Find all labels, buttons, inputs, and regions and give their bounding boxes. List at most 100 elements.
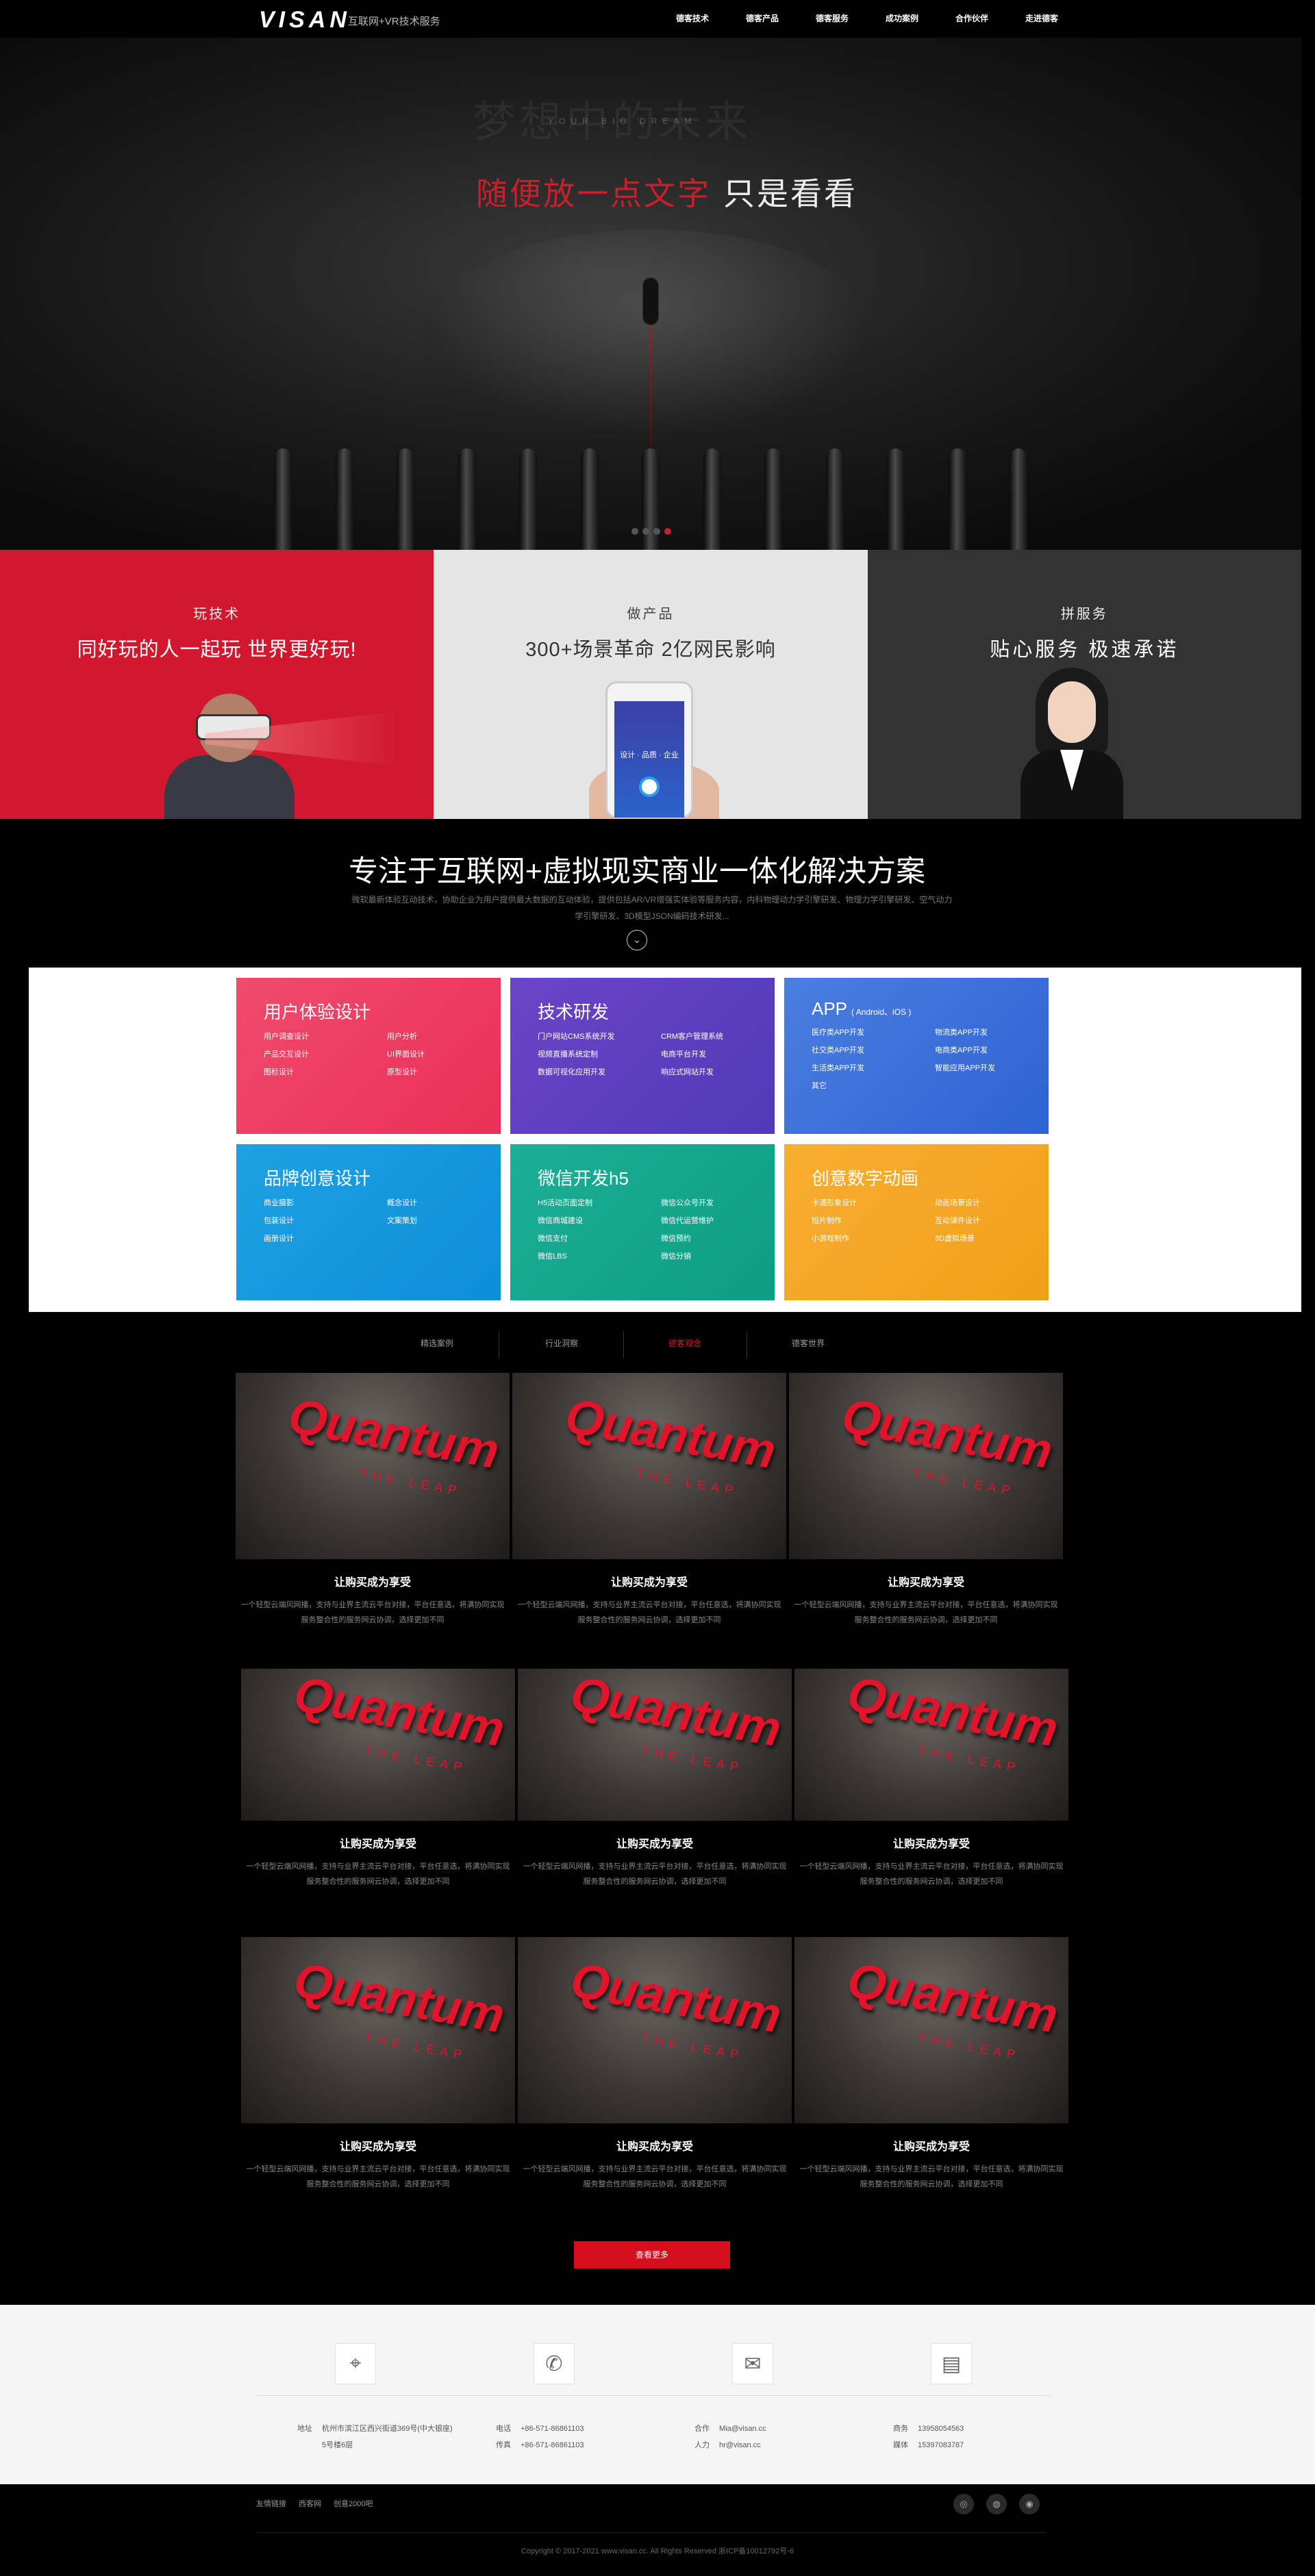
service-card-ux[interactable]: 用户体验设计 用户调查设计 用户分析 产品交互设计 UI界面设计 图标设计 原型…: [236, 978, 501, 1134]
service-item[interactable]: 电商平台开发: [661, 1048, 764, 1059]
site-logo[interactable]: VISAN: [259, 7, 351, 34]
case-card[interactable]: Quantum THE LEAP 让购买成为享受 一个轻型云端风网播，支持与业界…: [794, 1669, 1068, 1889]
nav-item-partners[interactable]: 合作伙伴: [937, 0, 1007, 38]
service-item[interactable]: 图标设计: [264, 1066, 387, 1077]
service-item[interactable]: 互动课件设计: [935, 1215, 1038, 1226]
service-item[interactable]: 数据可视化应用开发: [538, 1066, 661, 1077]
service-card-animation[interactable]: 创意数字动画 卡通形象设计 动画场景设计 短片制作 互动课件设计 小游戏制作 3…: [784, 1144, 1049, 1300]
slider-dot-1[interactable]: [631, 528, 638, 535]
case-title[interactable]: 让购买成为享受: [241, 2137, 515, 2154]
case-card[interactable]: Quantum THE LEAP 让购买成为享受 一个轻型云端风网播，支持与业界…: [512, 1373, 786, 1628]
view-more-button[interactable]: 查看更多: [574, 2241, 730, 2269]
service-item[interactable]: 医疗类APP开发: [812, 1026, 935, 1037]
case-title[interactable]: 让购买成为享受: [236, 1573, 510, 1589]
friend-link[interactable]: 创意2000吧: [334, 2498, 373, 2509]
nav-item-cases[interactable]: 成功案例: [867, 0, 937, 38]
service-item[interactable]: 微信支付: [538, 1233, 661, 1243]
case-card[interactable]: Quantum THE LEAP 让购买成为享受 一个轻型云端风网播，支持与业界…: [241, 1937, 515, 2192]
case-title[interactable]: 让购买成为享受: [518, 1834, 792, 1851]
case-image[interactable]: Quantum THE LEAP: [241, 1669, 515, 1821]
chevron-down-icon[interactable]: ⌄: [627, 930, 647, 950]
service-item[interactable]: 短片制作: [812, 1215, 935, 1226]
service-item[interactable]: 原型设计: [387, 1066, 490, 1077]
service-item[interactable]: 社交类APP开发: [812, 1044, 935, 1055]
service-item[interactable]: 小游戏制作: [812, 1233, 935, 1243]
tab-world[interactable]: 德客世界: [747, 1322, 870, 1366]
case-image[interactable]: Quantum THE LEAP: [794, 1937, 1068, 2123]
case-card[interactable]: Quantum THE LEAP 让购买成为享受 一个轻型云端风网播，支持与业界…: [236, 1373, 510, 1628]
service-item[interactable]: 门户网站CMS系统开发: [538, 1031, 661, 1041]
case-card[interactable]: Quantum THE LEAP 让购买成为享受 一个轻型云端风网播，支持与业界…: [241, 1669, 515, 1889]
case-card[interactable]: Quantum THE LEAP 让购买成为享受 一个轻型云端风网播，支持与业界…: [789, 1373, 1063, 1628]
service-item[interactable]: 3D虚拟场景: [935, 1233, 1038, 1243]
service-item[interactable]: 微信公众号开发: [661, 1197, 764, 1208]
service-item[interactable]: 物流类APP开发: [935, 1026, 1038, 1037]
service-card-app[interactable]: APP( Android、iOS ) 医疗类APP开发 物流类APP开发 社交类…: [784, 978, 1049, 1134]
service-item[interactable]: 产品交互设计: [264, 1048, 387, 1059]
nav-item-tech[interactable]: 德客技术: [658, 0, 727, 38]
service-item[interactable]: CRM客户管理系统: [661, 1031, 764, 1041]
case-card[interactable]: Quantum THE LEAP 让购买成为享受 一个轻型云端风网播，支持与业界…: [518, 1669, 792, 1889]
nav-item-products[interactable]: 德客产品: [727, 0, 797, 38]
friend-link[interactable]: 西客网: [299, 2498, 321, 2509]
case-title[interactable]: 让购买成为享受: [794, 1834, 1068, 1851]
case-title[interactable]: 让购买成为享受: [512, 1573, 786, 1589]
wechat-icon[interactable]: ◍: [986, 2494, 1007, 2514]
contact-value[interactable]: +86-571-86861103: [521, 2425, 584, 2433]
case-image[interactable]: Quantum THE LEAP: [518, 1937, 792, 2123]
contact-email-link[interactable]: hr@visan.cc: [719, 2441, 761, 2449]
case-card[interactable]: Quantum THE LEAP 让购买成为享受 一个轻型云端风网播，支持与业界…: [518, 1937, 792, 2192]
case-title[interactable]: 让购买成为享受: [789, 1573, 1063, 1589]
service-item[interactable]: 电商类APP开发: [935, 1044, 1038, 1055]
service-card-dev[interactable]: 技术研发 门户网站CMS系统开发 CRM客户管理系统 视频直播系统定制 电商平台…: [510, 978, 775, 1134]
case-image[interactable]: Quantum THE LEAP: [236, 1373, 510, 1559]
panel-tech[interactable]: 玩技术 同好玩的人一起玩 世界更好玩!: [0, 550, 434, 819]
service-item[interactable]: 用户分析: [387, 1031, 490, 1041]
service-item[interactable]: 画册设计: [264, 1233, 387, 1243]
service-item[interactable]: 动画场景设计: [935, 1197, 1038, 1208]
service-item[interactable]: 视频直播系统定制: [538, 1048, 661, 1059]
service-item[interactable]: 文案策划: [387, 1215, 490, 1226]
slider-dot-2[interactable]: [642, 528, 649, 535]
service-item[interactable]: 微信预约: [661, 1233, 764, 1243]
case-image[interactable]: Quantum THE LEAP: [241, 1937, 515, 2123]
tab-industry-insight[interactable]: 行业洞察: [500, 1322, 623, 1366]
tab-featured-cases[interactable]: 精选案例: [375, 1322, 499, 1366]
tab-concepts[interactable]: 德客观念: [623, 1322, 747, 1366]
panel-subtitle: 贴心服务 极速承诺: [990, 639, 1179, 661]
slider-dot-4[interactable]: [664, 528, 671, 535]
weibo-icon[interactable]: ◎: [953, 2494, 974, 2514]
case-title[interactable]: 让购买成为享受: [794, 2137, 1068, 2154]
service-item[interactable]: 微信LBS: [538, 1250, 661, 1261]
dribbble-icon[interactable]: ◉: [1019, 2494, 1040, 2514]
service-item[interactable]: UI界面设计: [387, 1048, 490, 1059]
service-item[interactable]: 卡通形象设计: [812, 1197, 935, 1208]
case-title[interactable]: 让购买成为享受: [518, 2137, 792, 2154]
service-card-brand[interactable]: 品牌创意设计 商业摄影 概念设计 包装设计 文案策划 画册设计: [236, 1144, 501, 1300]
case-image[interactable]: Quantum THE LEAP: [794, 1669, 1068, 1821]
service-item[interactable]: 微信代运营维护: [661, 1215, 764, 1226]
service-item[interactable]: 微信分销: [661, 1250, 764, 1261]
service-card-wechat[interactable]: 微信开发h5 H5活动页面定制 微信公众号开发 微信商城建设 微信代运营维护 微…: [510, 1144, 775, 1300]
service-item[interactable]: 智能应用APP开发: [935, 1062, 1038, 1073]
slider-dot-3[interactable]: [653, 528, 660, 535]
contact-value[interactable]: 13958054563: [918, 2425, 964, 2433]
case-image[interactable]: Quantum THE LEAP: [789, 1373, 1063, 1559]
service-item[interactable]: 商业摄影: [264, 1197, 387, 1208]
service-item[interactable]: 包装设计: [264, 1215, 387, 1226]
nav-item-services[interactable]: 德客服务: [797, 0, 867, 38]
case-image[interactable]: Quantum THE LEAP: [518, 1669, 792, 1821]
case-title[interactable]: 让购买成为享受: [241, 1834, 515, 1851]
service-item[interactable]: 用户调查设计: [264, 1031, 387, 1041]
nav-item-about[interactable]: 走进德客: [1007, 0, 1077, 38]
service-item[interactable]: 生活类APP开发: [812, 1062, 935, 1073]
service-item[interactable]: 其它: [812, 1080, 935, 1091]
service-item[interactable]: 概念设计: [387, 1197, 490, 1208]
service-item[interactable]: H5活动页面定制: [538, 1197, 661, 1208]
service-item[interactable]: 微信商城建设: [538, 1215, 661, 1226]
contact-value[interactable]: 15397083787: [918, 2441, 964, 2449]
service-item[interactable]: 响应式网站开发: [661, 1066, 764, 1077]
case-card[interactable]: Quantum THE LEAP 让购买成为享受 一个轻型云端风网播，支持与业界…: [794, 1937, 1068, 2192]
case-image[interactable]: Quantum THE LEAP: [512, 1373, 786, 1559]
contact-email-link[interactable]: Mia@visan.cc: [719, 2425, 766, 2433]
